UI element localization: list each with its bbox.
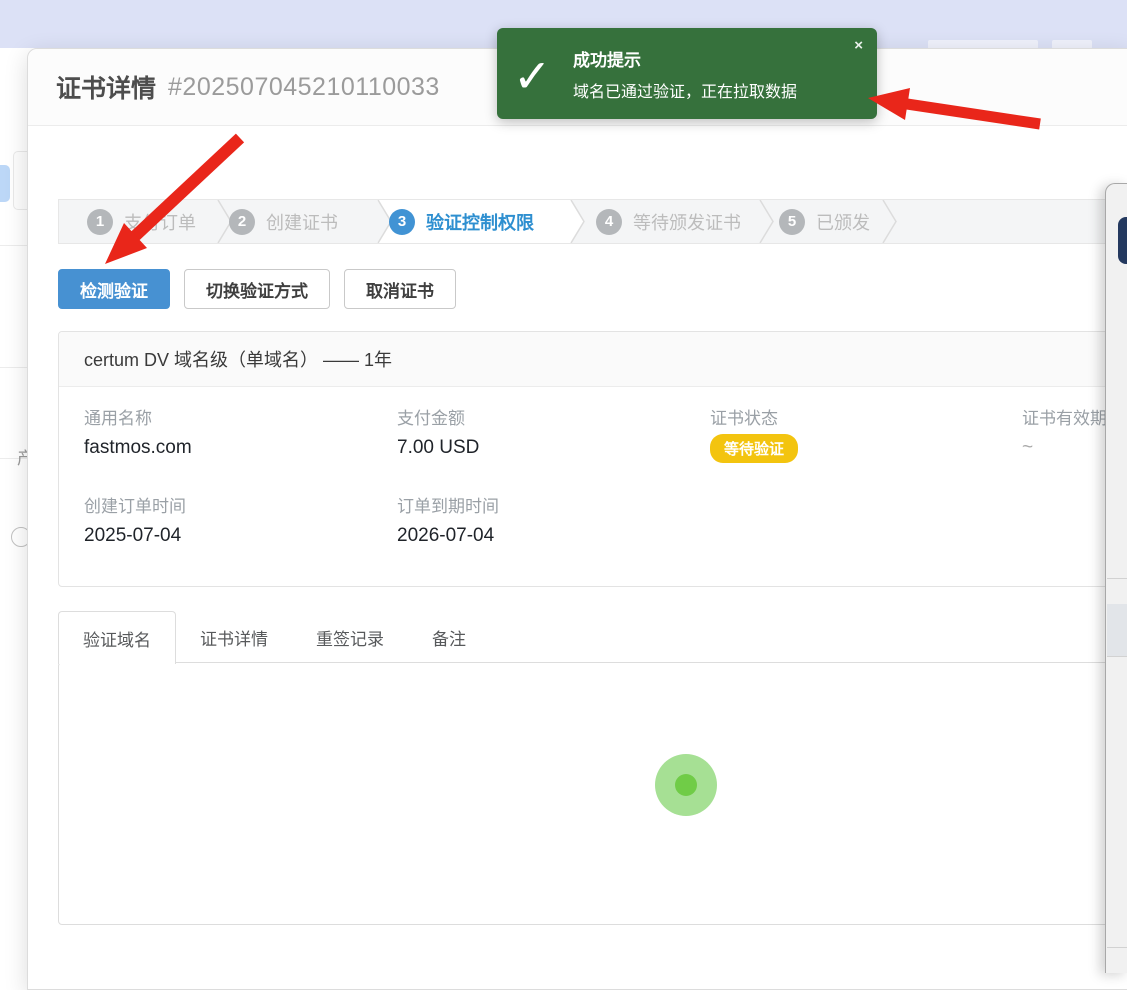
switch-validation-method-button[interactable]: 切换验证方式 (184, 269, 330, 309)
right-drawer-edge (1105, 183, 1127, 973)
step-label: 支付订单 (124, 209, 196, 235)
validity-label: 证书有效期 (1022, 404, 1107, 429)
background-divider (0, 367, 27, 368)
drawer-divider (1107, 947, 1127, 948)
loading-spinner-icon (655, 754, 717, 816)
drawer-divider (1107, 656, 1127, 657)
step-number: 3 (389, 209, 415, 235)
tab-verify-domain[interactable]: 验证域名 (58, 611, 176, 664)
step-label: 已颁发 (816, 209, 870, 235)
success-toast: ✓ 成功提示 域名已通过验证，正在拉取数据 × (497, 28, 877, 119)
tab-remarks[interactable]: 备注 (408, 611, 490, 663)
step-label: 等待颁发证书 (633, 209, 741, 235)
certificate-detail-modal: 证书详情 #202507045210110033 1 支付订单 2 创建证书 3… (27, 48, 1127, 990)
chevron-separator-icon (882, 200, 897, 243)
order-number: #202507045210110033 (168, 73, 440, 102)
step-label: 创建证书 (266, 209, 338, 235)
drawer-divider (1107, 578, 1127, 579)
cancel-certificate-button[interactable]: 取消证书 (344, 269, 456, 309)
background-divider (0, 245, 27, 246)
step-pay-order: 1 支付订单 (87, 200, 196, 243)
status-badge: 等待验证 (710, 434, 798, 463)
background-sidebar-item (0, 165, 10, 202)
tab-cert-details[interactable]: 证书详情 (176, 611, 292, 663)
created-time-label: 创建订单时间 (84, 492, 186, 517)
amount-value: 7.00 USD (397, 437, 479, 459)
background-button-edge (13, 151, 28, 210)
cert-status-label: 证书状态 (710, 404, 778, 429)
common-name-value: fastmos.com (84, 437, 192, 459)
check-icon: ✓ (513, 52, 552, 98)
progress-stepper: 1 支付订单 2 创建证书 3 验证控制权限 4 等待颁发证书 5 已颁发 (58, 199, 1127, 244)
step-label: 验证控制权限 (426, 209, 534, 235)
step-verify-control: 3 验证控制权限 (389, 200, 534, 243)
expire-time-label: 订单到期时间 (397, 492, 499, 517)
tab-content-panel (58, 662, 1127, 925)
cert-status-field: 等待验证 (710, 434, 798, 463)
step-number: 1 (87, 209, 113, 235)
created-time-value: 2025-07-04 (84, 525, 181, 547)
chevron-separator-icon (570, 200, 585, 243)
step-number: 2 (229, 209, 255, 235)
amount-label: 支付金额 (397, 404, 465, 429)
step-issued: 5 已颁发 (779, 200, 870, 243)
certificate-info-panel: certum DV 域名级（单域名） —— 1年 通用名称 fastmos.co… (58, 331, 1127, 587)
product-name: certum DV 域名级（单域名） —— 1年 (59, 332, 1127, 387)
expire-time-value: 2026-07-04 (397, 525, 494, 547)
chevron-separator-icon (759, 200, 774, 243)
check-validation-button[interactable]: 检测验证 (58, 269, 170, 309)
close-icon[interactable]: × (854, 38, 863, 53)
validity-value: ~ (1022, 437, 1033, 459)
step-number: 4 (596, 209, 622, 235)
toast-message: 域名已通过验证，正在拉取数据 (573, 78, 797, 102)
step-number: 5 (779, 209, 805, 235)
drawer-navy-button[interactable] (1118, 217, 1127, 264)
toast-title: 成功提示 (573, 46, 641, 71)
detail-tabs: 验证域名 证书详情 重签记录 备注 (58, 611, 490, 663)
action-button-row: 检测验证 切换验证方式 取消证书 (58, 269, 456, 309)
step-create-cert: 2 创建证书 (229, 200, 338, 243)
loading-spinner-dot (675, 774, 697, 796)
modal-title: 证书详情 (56, 69, 156, 105)
common-name-label: 通用名称 (84, 404, 152, 429)
tab-resign-records[interactable]: 重签记录 (292, 611, 408, 663)
drawer-list-item (1107, 604, 1127, 656)
step-wait-issue: 4 等待颁发证书 (596, 200, 741, 243)
